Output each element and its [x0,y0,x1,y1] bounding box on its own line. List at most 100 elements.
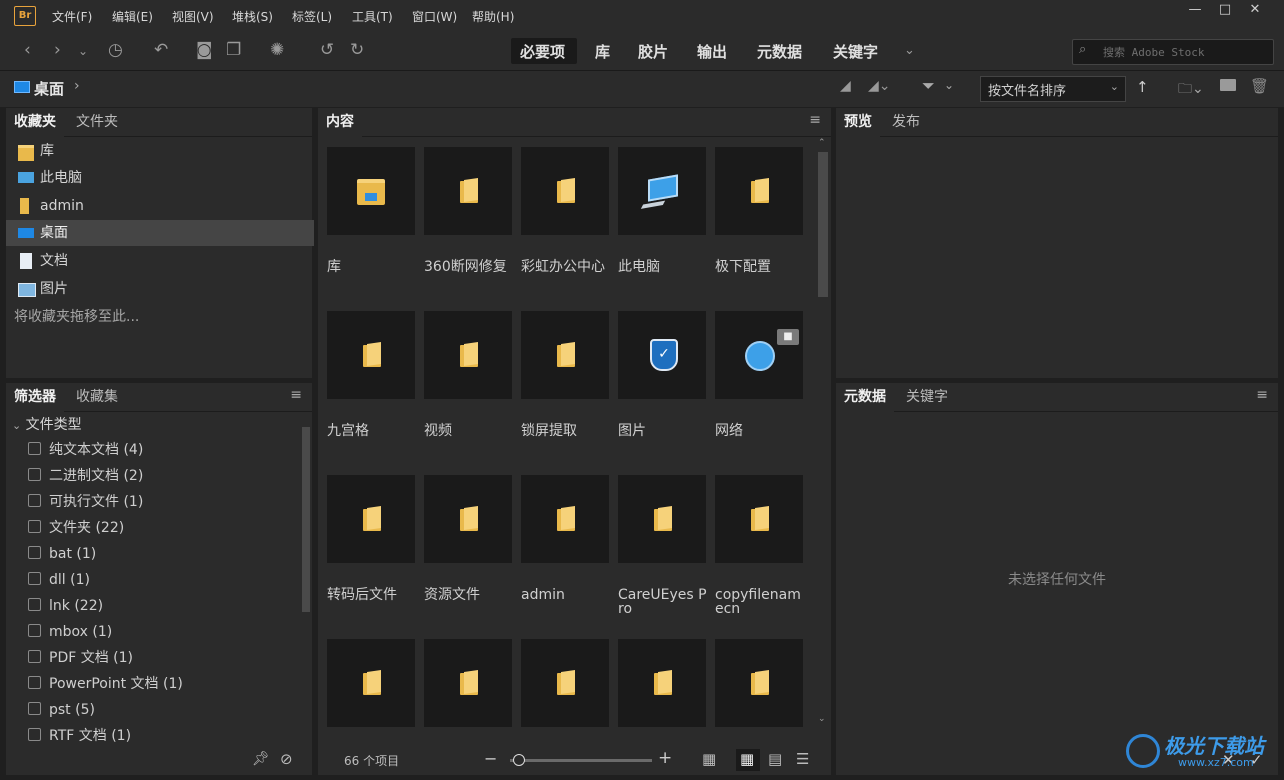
filter-item[interactable]: RTF 文档 (1) [28,726,131,746]
workspace-output[interactable]: 输出 [697,41,727,62]
minimize-button[interactable]: — [1180,0,1210,20]
checkbox[interactable] [28,520,41,533]
favorite-item-admin[interactable]: admin [6,193,314,219]
file-tile[interactable]: ■ [715,311,803,399]
panel-menu-icon[interactable]: ≡ [809,112,821,128]
zoom-in-icon[interactable]: + [658,748,672,768]
checkbox[interactable] [28,624,41,637]
panel-menu-icon[interactable]: ≡ [290,387,302,403]
filter-dropdown-icon[interactable]: ⌄ [944,78,954,92]
file-tile[interactable] [424,147,512,235]
file-tile[interactable] [424,311,512,399]
chevron-down-icon[interactable]: ⌄ [78,44,88,58]
filter-icon[interactable]: ⏷ [922,76,935,96]
file-tile[interactable] [715,639,803,727]
tab-folders[interactable]: 文件夹 [68,108,126,136]
content-scrollbar-thumb[interactable] [818,152,828,297]
refine-icon[interactable]: ✺ [270,40,284,60]
filter-item[interactable]: lnk (22) [28,596,103,616]
tab-filter[interactable]: 筛选器 [6,383,64,412]
grid-lock-icon[interactable]: ▦ [702,750,716,768]
tab-preview[interactable]: 预览 [836,108,880,137]
file-tile[interactable] [327,475,415,563]
back-icon[interactable]: ‹ [24,40,31,60]
close-button[interactable]: ✕ [1240,0,1270,20]
filter-item[interactable]: dll (1) [28,570,90,590]
file-tile[interactable] [715,475,803,563]
slider-handle[interactable] [513,754,525,766]
trash-icon[interactable]: 🗑 [1250,77,1269,95]
history-icon[interactable]: ◷ [108,40,123,60]
file-tile[interactable] [327,147,415,235]
filter-item[interactable]: PDF 文档 (1) [28,648,133,668]
tab-metadata[interactable]: 元数据 [836,383,894,412]
menu-edit[interactable]: 编辑(E) [112,8,153,25]
file-tile[interactable] [521,475,609,563]
workspace-library[interactable]: 库 [595,41,610,62]
checkbox[interactable] [28,442,41,455]
workspace-metadata[interactable]: 元数据 [757,41,802,62]
file-tile[interactable] [521,639,609,727]
file-tile[interactable] [424,475,512,563]
menu-tools[interactable]: 工具(T) [352,8,393,25]
checkbox[interactable] [28,494,41,507]
return-icon[interactable]: ↶ [154,40,168,60]
sort-direction-icon[interactable]: ↑ [1136,78,1149,96]
filter-item[interactable]: 二进制文档 (2) [28,466,143,486]
tab-keywords[interactable]: 关键字 [898,383,956,411]
file-tile[interactable] [618,147,706,235]
file-tile[interactable] [327,639,415,727]
thumbnail-size-slider[interactable] [510,759,652,762]
breadcrumb-chevron-icon[interactable]: › [74,78,80,94]
filter-item[interactable]: 纯文本文档 (4) [28,440,143,460]
view-details-icon[interactable]: ▤ [768,750,782,768]
workspace-keywords[interactable]: 关键字 [833,41,878,62]
filter-item[interactable]: pst (5) [28,700,95,720]
favorite-item-desktop[interactable]: 桌面 [6,220,314,246]
menu-help[interactable]: 帮助(H) [472,8,514,25]
file-tile[interactable] [618,475,706,563]
panel-menu-icon[interactable]: ≡ [1256,387,1268,403]
favorite-item-documents[interactable]: 文档 [6,248,314,274]
rotate-left-icon[interactable]: ↺ [320,40,334,60]
new-folder-icon[interactable] [1220,79,1236,91]
search-input[interactable]: 搜索 Adobe Stock [1103,44,1204,60]
rotate-right-icon[interactable]: ↻ [350,40,364,60]
checkbox[interactable] [28,650,41,663]
scroll-down-icon[interactable]: ⌄ [818,714,826,724]
menu-stack[interactable]: 堆栈(S) [232,8,273,25]
clear-filter-icon[interactable]: ⊘ [280,750,293,768]
tab-favorites[interactable]: 收藏夹 [6,108,64,137]
scroll-up-icon[interactable]: ⌃ [818,138,826,148]
sort-select[interactable]: 按文件名排序 ⌄ [980,76,1126,102]
menu-window[interactable]: 窗口(W) [412,8,457,25]
tab-publish[interactable]: 发布 [884,108,928,136]
zoom-out-icon[interactable]: − [484,749,497,768]
checkbox[interactable] [28,728,41,741]
tab-collections[interactable]: 收藏集 [68,383,126,411]
filter-item[interactable]: bat (1) [28,544,96,564]
filter-group-header[interactable]: ⌄ 文件类型 [12,414,82,434]
workspace-filmstrip[interactable]: 胶片 [638,41,668,62]
maximize-button[interactable]: □ [1210,0,1240,20]
rating-filter-icon[interactable]: ◢ [840,78,851,94]
forward-icon[interactable]: › [54,40,61,60]
filter-item[interactable]: PowerPoint 文档 (1) [28,674,183,694]
recent-folder-icon[interactable]: 🗀⌄ [1178,78,1204,102]
menu-file[interactable]: 文件(F) [52,8,92,25]
pin-icon[interactable]: 📌︎ [252,751,270,767]
favorite-item-computer[interactable]: 此电脑 [6,165,314,191]
file-tile[interactable]: ✓ [618,311,706,399]
camera-icon[interactable]: ◙ [196,40,213,60]
file-tile[interactable] [327,311,415,399]
workspace-essentials[interactable]: 必要项 [520,41,565,62]
checkbox[interactable] [28,572,41,585]
file-tile[interactable] [521,311,609,399]
checkbox[interactable] [28,598,41,611]
file-tile[interactable] [521,147,609,235]
file-tile[interactable] [715,147,803,235]
checkbox[interactable] [28,468,41,481]
rating-filter-dropdown-icon[interactable]: ◢⌄ [868,78,891,94]
view-list-icon[interactable]: ☰ [796,750,809,768]
search-box[interactable]: ⌕ 搜索 Adobe Stock [1072,39,1274,65]
